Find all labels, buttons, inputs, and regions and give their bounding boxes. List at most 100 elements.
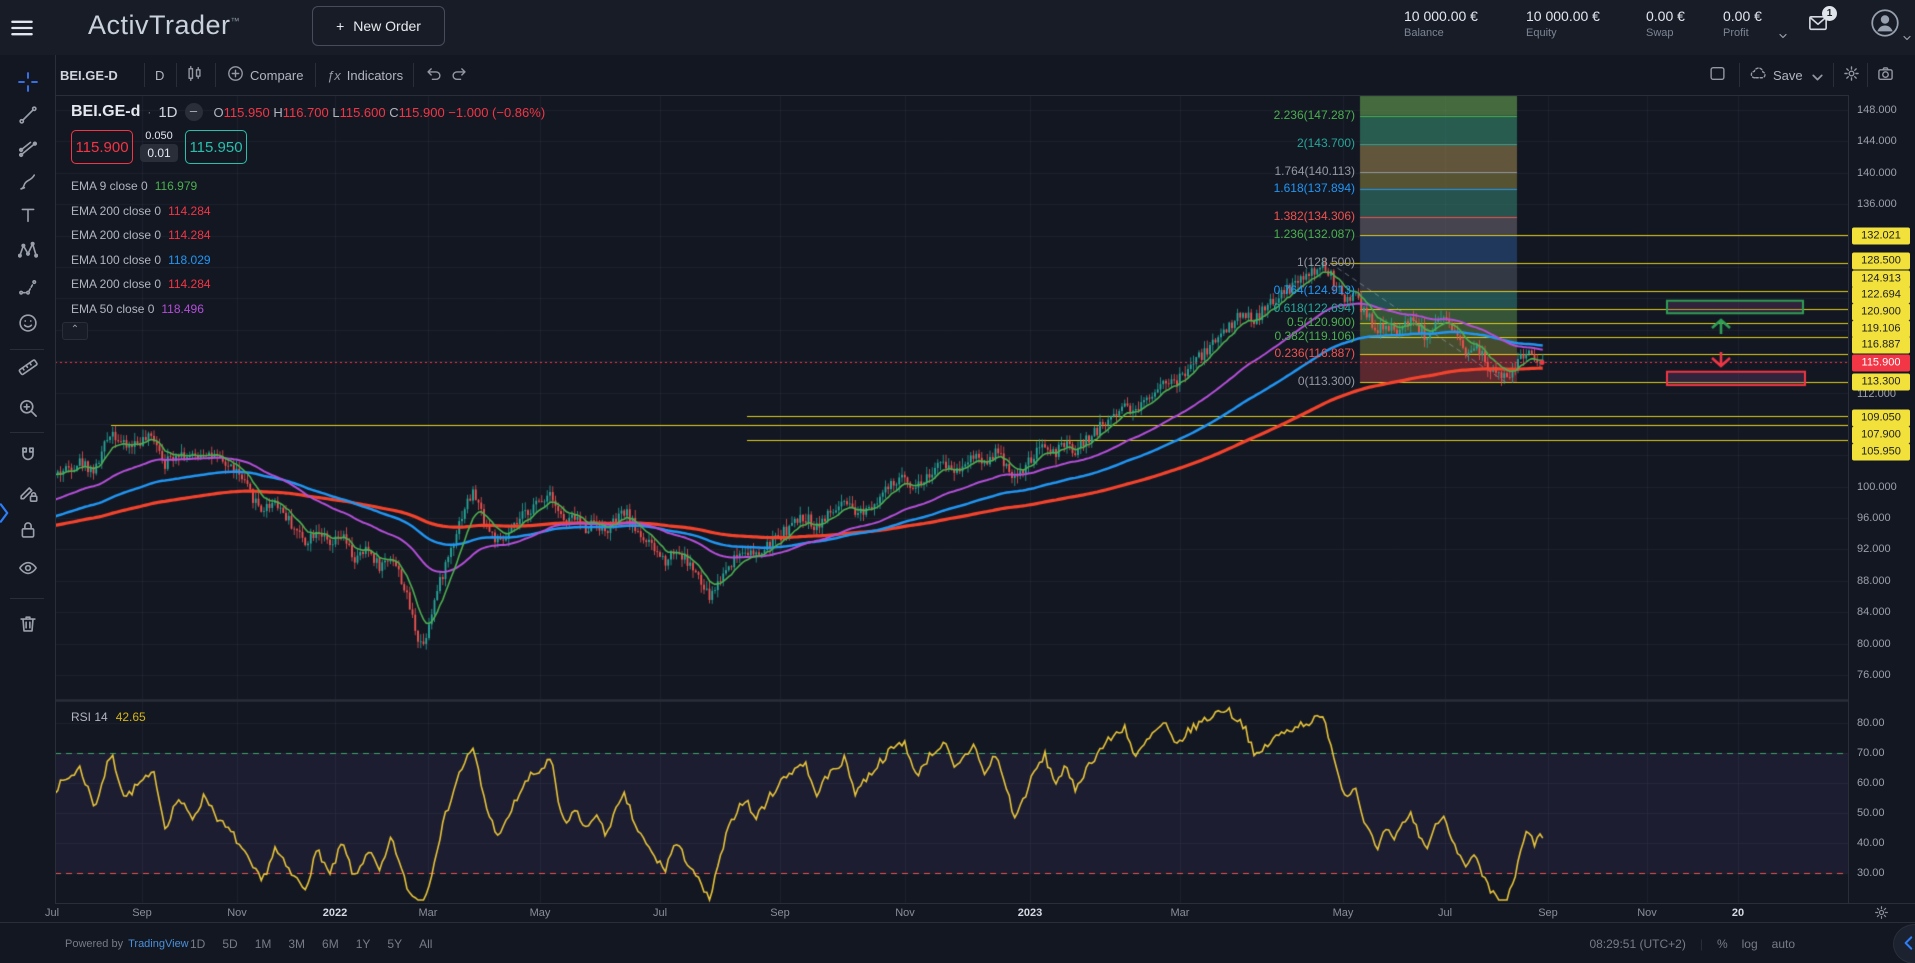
- avatar-caret-icon[interactable]: [1901, 32, 1913, 44]
- time-label: 2023: [1008, 907, 1052, 919]
- drawing-lock-icon: [18, 483, 38, 503]
- range-3m[interactable]: 3M: [288, 937, 305, 951]
- layout-select-button[interactable]: [1709, 55, 1726, 95]
- tool-emoji[interactable]: [15, 310, 41, 336]
- legend-collapse-button[interactable]: ⌃: [62, 322, 88, 340]
- indicator-row[interactable]: EMA 9 close 0116.979: [71, 176, 197, 196]
- tool-trend-line[interactable]: [15, 102, 41, 128]
- emoji-icon: [18, 313, 38, 333]
- chart-legend[interactable]: BEI.GE-d · 1D – O115.950 H116.700 L115.6…: [71, 102, 545, 122]
- rsi-scale-label: 70.00: [1857, 747, 1885, 759]
- price-tag: 128.500: [1852, 253, 1910, 270]
- trash-icon: [18, 614, 38, 634]
- minus-circle-icon[interactable]: –: [185, 103, 203, 121]
- buy-sell-widget: 115.900 0.050 0.01 115.950: [71, 130, 247, 164]
- profit-caret-icon[interactable]: [1777, 30, 1789, 42]
- indicator-value: 118.496: [161, 302, 204, 316]
- fib-label: 1(128.500): [1297, 255, 1355, 269]
- tool-xabcd-pattern[interactable]: [15, 237, 41, 263]
- range-6m[interactable]: 6M: [322, 937, 339, 951]
- sell-button[interactable]: 115.900: [71, 130, 133, 164]
- auto-scale-button[interactable]: auto: [1772, 937, 1795, 951]
- indicator-row[interactable]: EMA 200 close 0114.284: [71, 225, 211, 245]
- change-value: −1.000 (−0.86%): [448, 105, 545, 120]
- undo-button[interactable]: [425, 55, 442, 95]
- chart-type-button[interactable]: [186, 55, 203, 95]
- price-label: 80.000: [1857, 638, 1891, 650]
- compare-plus-icon: [227, 65, 244, 85]
- log-scale-button[interactable]: log: [1742, 937, 1758, 951]
- notifications-button[interactable]: 1: [1806, 13, 1832, 35]
- tool-zoom-in[interactable]: [15, 395, 41, 421]
- axis-settings-icon[interactable]: [1874, 905, 1890, 921]
- last-price-tag: 115.900: [1852, 355, 1910, 372]
- time-label: Sep: [120, 907, 164, 919]
- app-logo: ActivTrader™: [88, 10, 240, 41]
- tool-brush[interactable]: [15, 169, 41, 195]
- redo-button[interactable]: [451, 55, 468, 95]
- compare-button[interactable]: Compare: [227, 55, 303, 95]
- fib-retracement-icon: [18, 138, 38, 158]
- gear-icon: [1843, 65, 1860, 85]
- price-label: 88.000: [1857, 575, 1891, 587]
- tool-magnet[interactable]: [15, 442, 41, 468]
- indicators-button[interactable]: ƒxIndicators: [327, 55, 403, 95]
- rsi-legend[interactable]: RSI 14 42.65: [71, 710, 146, 724]
- tool-trash[interactable]: [15, 611, 41, 637]
- range-1m[interactable]: 1M: [255, 937, 272, 951]
- price-label: 84.000: [1857, 606, 1891, 618]
- indicator-row[interactable]: EMA 200 close 0114.284: [71, 274, 211, 294]
- xabcd-pattern-icon: [18, 240, 38, 260]
- legend-separator: ·: [147, 105, 151, 119]
- tool-text[interactable]: [15, 202, 41, 228]
- undo-icon: [425, 65, 442, 85]
- chart-settings-button[interactable]: [1843, 55, 1860, 95]
- panel-expand-button[interactable]: [0, 500, 13, 528]
- time-label: Jul: [30, 907, 74, 919]
- range-all[interactable]: All: [419, 937, 432, 951]
- time-axis[interactable]: JulSepNov2022MarMayJulSepNov2023MarMayJu…: [55, 903, 1915, 923]
- crosshair-icon: [18, 72, 38, 92]
- time-label: Mar: [406, 907, 450, 919]
- fib-label: 2.236(147.287): [1274, 108, 1355, 122]
- toolbar-divider: [10, 598, 44, 599]
- interval-button[interactable]: D: [155, 55, 164, 95]
- chart-toolbar: BEI.GE-D D Compare ƒxIndicators Save: [55, 55, 1915, 96]
- save-button[interactable]: Save: [1750, 55, 1821, 95]
- new-order-button[interactable]: + New Order: [312, 6, 445, 46]
- range-5d[interactable]: 5D: [222, 937, 237, 951]
- indicator-row[interactable]: EMA 200 close 0114.284: [71, 201, 211, 221]
- plus-icon: +: [336, 18, 344, 34]
- range-1y[interactable]: 1Y: [356, 937, 371, 951]
- indicator-row[interactable]: EMA 100 close 0118.029: [71, 250, 211, 270]
- layout-icon: [1709, 65, 1726, 85]
- indicator-label: EMA 9 close 0: [71, 179, 148, 193]
- tool-hide-drawings[interactable]: [15, 555, 41, 581]
- hamburger-menu-icon[interactable]: [8, 14, 36, 42]
- tool-crosshair[interactable]: [15, 69, 41, 95]
- time-label: Nov: [1625, 907, 1669, 919]
- time-label: Mar: [1158, 907, 1202, 919]
- price-axis[interactable]: 148.000144.000140.000136.000112.000100.0…: [1848, 95, 1915, 922]
- tool-ruler[interactable]: [15, 354, 41, 380]
- percent-scale-button[interactable]: %: [1717, 937, 1728, 951]
- text-icon: [18, 205, 38, 225]
- symbol-button[interactable]: BEI.GE-D: [60, 55, 118, 95]
- tool-lock-all[interactable]: [15, 517, 41, 543]
- user-avatar[interactable]: [1871, 9, 1899, 37]
- buy-button[interactable]: 115.950: [185, 130, 247, 164]
- tool-drawing-lock[interactable]: [15, 480, 41, 506]
- tool-forecast[interactable]: [15, 274, 41, 300]
- price-tag: 113.300: [1852, 374, 1910, 391]
- fib-label: 1.382(134.306): [1274, 209, 1355, 223]
- time-label: May: [1321, 907, 1365, 919]
- tool-fib-retracement[interactable]: [15, 135, 41, 161]
- chart-canvas[interactable]: [0, 0, 1915, 963]
- range-1d[interactable]: 1D: [190, 937, 205, 951]
- price-tag: 105.950: [1852, 444, 1910, 461]
- indicator-row[interactable]: EMA 50 close 0118.496: [71, 299, 204, 319]
- tradingview-link[interactable]: TradingView: [128, 938, 189, 950]
- price-tag: 109.050: [1852, 410, 1910, 427]
- screenshot-button[interactable]: [1877, 55, 1894, 95]
- range-5y[interactable]: 5Y: [387, 937, 402, 951]
